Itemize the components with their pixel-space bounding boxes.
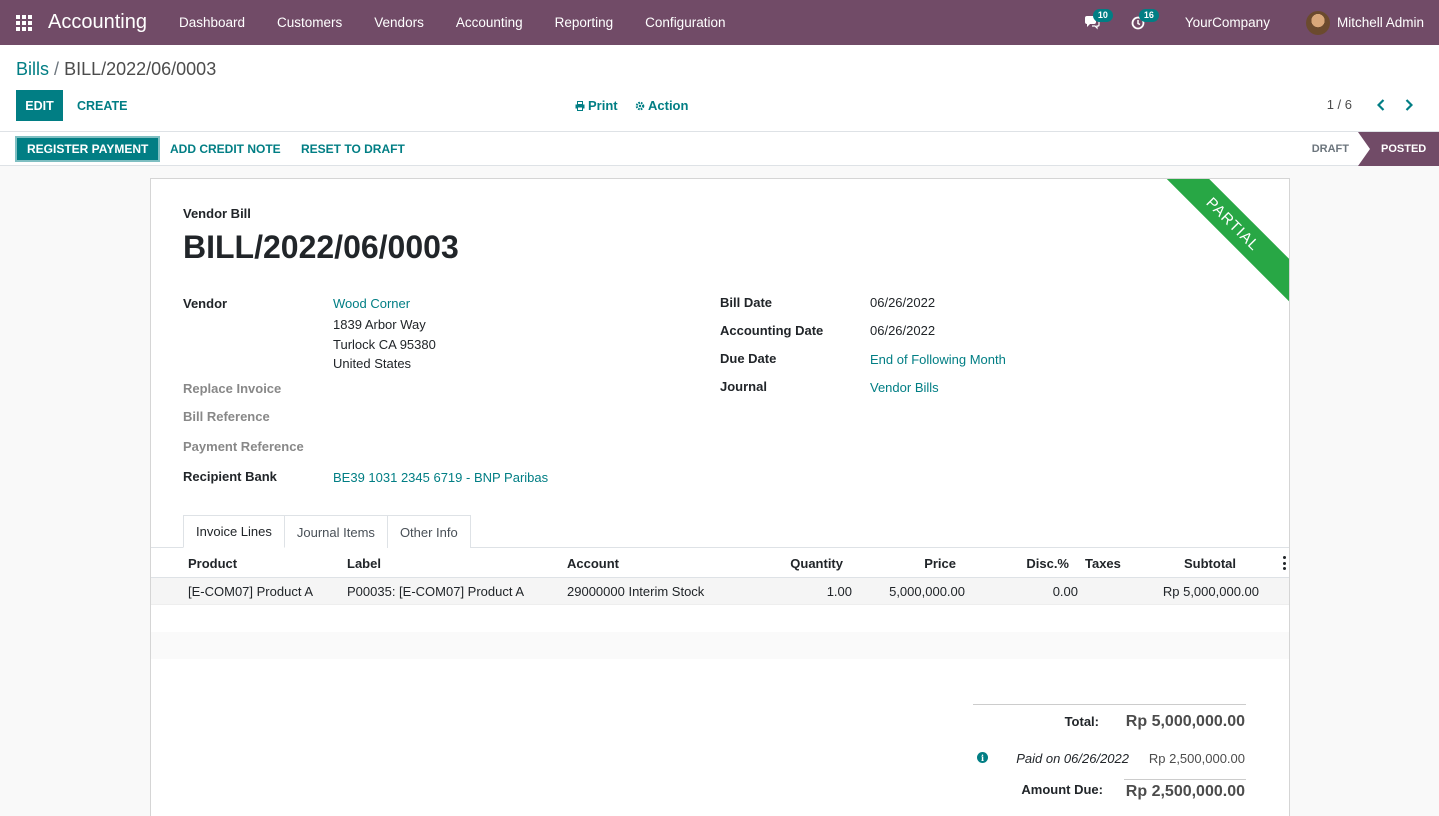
tab-invoice-lines[interactable]: Invoice Lines: [183, 515, 285, 548]
user-menu[interactable]: Mitchell Admin: [1305, 10, 1439, 35]
payment-reference-label: Payment Reference: [183, 439, 304, 454]
amount-due-label: Amount Due:: [1021, 782, 1103, 797]
breadcrumb-separator: /: [54, 59, 60, 79]
accounting-date-value: 06/26/2022: [870, 323, 936, 338]
cell-label: P00035: [E-COM07] Product A: [347, 584, 525, 599]
bill-date-value: 06/26/2022: [870, 295, 936, 310]
menu-accounting[interactable]: Accounting: [440, 0, 539, 45]
table-row[interactable]: [E-COM07] Product A P00035: [E-COM07] Pr…: [151, 578, 1289, 605]
cell-account: 29000000 Interim Stock: [567, 584, 705, 599]
avatar: [1305, 10, 1330, 35]
column-account[interactable]: Account: [567, 556, 619, 571]
due-date-label: Due Date: [720, 351, 777, 366]
tab-journal-items[interactable]: Journal Items: [283, 515, 388, 548]
status-draft: DRAFT: [1311, 143, 1349, 155]
vendor-address-line-1: 1839 Arbor Way: [333, 317, 426, 332]
breadcrumb: Bills / BILL/2022/06/0003: [16, 59, 216, 80]
menu-dashboard[interactable]: Dashboard: [163, 0, 261, 45]
column-taxes[interactable]: Taxes: [1085, 556, 1121, 571]
payment-terms-link[interactable]: End of Following Month: [870, 352, 1006, 367]
tab-other-info[interactable]: Other Info: [386, 515, 471, 548]
systray: 10 16 YourCompany Mitchell Admin: [1069, 0, 1439, 45]
pager-value[interactable]: 1 / 6: [1327, 97, 1352, 112]
column-discount[interactable]: Disc.%: [1026, 556, 1069, 571]
create-button[interactable]: CREATE: [70, 90, 134, 121]
column-subtotal[interactable]: Subtotal: [1184, 556, 1236, 571]
action-button[interactable]: Action: [635, 98, 688, 113]
total-value: Rp 5,000,000.00: [1125, 713, 1245, 730]
amount-due-value: Rp 2,500,000.00: [1125, 783, 1245, 800]
optional-columns-icon[interactable]: [1280, 556, 1288, 570]
empty-row: [151, 632, 1289, 659]
app-name[interactable]: Accounting: [48, 11, 147, 34]
document-type: Vendor Bill: [183, 206, 251, 221]
breadcrumb-bills-link[interactable]: Bills: [16, 59, 49, 79]
journal-link[interactable]: Vendor Bills: [870, 380, 939, 395]
gear-icon: [635, 101, 645, 110]
menu-configuration[interactable]: Configuration: [629, 0, 741, 45]
print-icon: [575, 100, 585, 111]
cell-subtotal: Rp 5,000,000.00: [1162, 584, 1259, 599]
column-product[interactable]: Product: [188, 556, 237, 571]
print-label: Print: [588, 98, 618, 113]
top-navbar: Accounting Dashboard Customers Vendors A…: [0, 0, 1439, 45]
action-label: Action: [648, 98, 689, 113]
vendor-address-line-3: United States: [333, 356, 412, 371]
add-credit-note-button[interactable]: ADD CREDIT NOTE: [162, 136, 289, 162]
form-statusbar: REGISTER PAYMENT ADD CREDIT NOTE RESET T…: [0, 132, 1439, 166]
reset-to-draft-button[interactable]: RESET TO DRAFT: [293, 136, 413, 162]
bill-reference-label: Bill Reference: [183, 409, 270, 424]
messages-button[interactable]: 10: [1069, 0, 1115, 45]
replace-invoice-label: Replace Invoice: [183, 381, 282, 396]
form-sheet: PARTIAL Vendor Bill BILL/2022/06/0003 Ve…: [150, 178, 1290, 816]
accounting-date-label: Accounting Date: [720, 323, 824, 338]
user-name: Mitchell Admin: [1336, 15, 1424, 30]
recipient-bank-label: Recipient Bank: [183, 469, 277, 484]
vendor-label: Vendor: [183, 296, 228, 311]
payment-info-icon[interactable]: i: [977, 752, 988, 763]
menu-customers[interactable]: Customers: [261, 0, 358, 45]
column-quantity[interactable]: Quantity: [790, 556, 843, 571]
vendor-link[interactable]: Wood Corner: [333, 296, 410, 311]
menu-reporting[interactable]: Reporting: [539, 0, 630, 45]
pager-previous-button[interactable]: [1372, 96, 1390, 114]
column-label[interactable]: Label: [347, 556, 381, 571]
messages-count-badge: 10: [1092, 9, 1113, 22]
company-switcher[interactable]: YourCompany: [1185, 15, 1270, 30]
chevron-right-icon: [1405, 99, 1413, 111]
column-price[interactable]: Price: [924, 556, 956, 571]
empty-row: [151, 605, 1289, 632]
payment-state-ribbon: PARTIAL: [1151, 179, 1289, 306]
breadcrumb-current: BILL/2022/06/0003: [64, 59, 217, 79]
cell-quantity: 1.00: [826, 584, 852, 599]
activities-button[interactable]: 16: [1115, 0, 1161, 45]
control-panel: Bills / BILL/2022/06/0003 EDIT CREATE Pr…: [0, 45, 1439, 132]
print-button[interactable]: Print: [575, 98, 618, 113]
document-name: BILL/2022/06/0003: [183, 229, 459, 265]
apps-menu-icon[interactable]: [0, 0, 48, 45]
notebook-tabs: Invoice Lines Journal Items Other Info: [183, 515, 471, 548]
main-menu: Dashboard Customers Vendors Accounting R…: [163, 0, 742, 45]
invoice-lines-header: Product Label Account Quantity Price Dis…: [151, 548, 1289, 578]
recipient-bank-link[interactable]: BE39 1031 2345 6719 - BNP Paribas: [333, 470, 548, 485]
cell-discount: 0.00: [1052, 584, 1078, 599]
cell-price: 5,000,000.00: [889, 584, 965, 599]
pager-next-button[interactable]: [1400, 96, 1418, 114]
totals-divider: [973, 704, 1246, 705]
cell-product: [E-COM07] Product A: [188, 584, 313, 599]
chevron-left-icon: [1377, 99, 1385, 111]
activities-count-badge: 16: [1138, 9, 1159, 22]
journal-label: Journal: [720, 379, 767, 394]
amount-due-divider: [1124, 779, 1246, 780]
status-posted: POSTED: [1358, 132, 1439, 166]
edit-button[interactable]: EDIT: [16, 90, 63, 121]
menu-vendors[interactable]: Vendors: [358, 0, 440, 45]
total-label: Total:: [1064, 714, 1099, 729]
vendor-address-line-2: Turlock CA 95380: [333, 337, 436, 352]
paid-on-label: Paid on 06/26/2022: [1016, 751, 1129, 766]
bill-date-label: Bill Date: [720, 295, 773, 310]
register-payment-button[interactable]: REGISTER PAYMENT: [15, 136, 161, 162]
paid-amount: Rp 2,500,000.00: [1148, 751, 1245, 766]
